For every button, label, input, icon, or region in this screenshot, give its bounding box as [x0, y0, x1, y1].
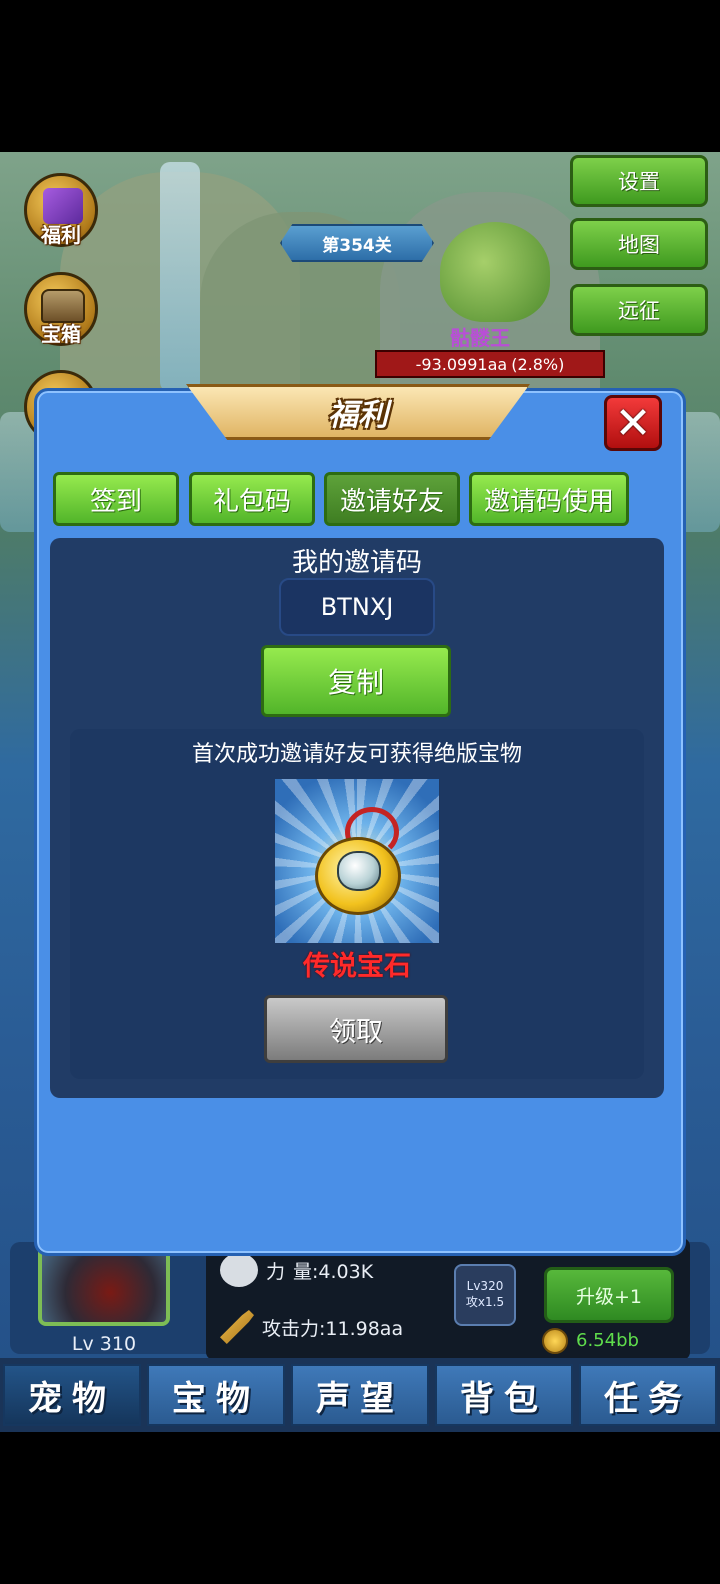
power-stat: 力 量:4.03K — [220, 1253, 373, 1287]
expedition-button[interactable]: 远征 — [570, 284, 708, 336]
tab-backpack[interactable]: 背包 — [435, 1364, 573, 1426]
tab-use-invite-code[interactable]: 邀请码使用 — [469, 472, 629, 526]
claim-button[interactable]: 领取 — [264, 995, 448, 1063]
welfare-label: 福利 — [41, 223, 81, 247]
boss-hp-value: -93.0991aa — [415, 354, 508, 374]
paw-icon — [220, 1253, 258, 1287]
invite-code-title: 我的邀请码 — [291, 548, 422, 578]
badge-level: Lv320 — [466, 1279, 504, 1294]
stage-banner: 第354关 — [280, 224, 434, 262]
pet-level: Lv 310 — [71, 1333, 137, 1355]
pet-portrait[interactable] — [38, 1244, 170, 1326]
attack-value: 攻击力:11.98aa — [262, 1317, 404, 1340]
tab-tasks[interactable]: 任务 — [579, 1364, 717, 1426]
treasure-box-label: 宝箱 — [41, 322, 81, 346]
copy-button[interactable]: 复制 — [261, 645, 451, 717]
legendary-gem-pendant-icon — [275, 779, 439, 943]
close-button[interactable]: ✕ — [604, 395, 662, 451]
treasure-box-button[interactable]: 宝箱 — [24, 272, 98, 346]
tab-gift-code[interactable]: 礼包码 — [189, 472, 315, 526]
modal-title: 福利 — [186, 384, 530, 440]
next-level-badge: Lv320 攻x1.5 — [454, 1264, 516, 1326]
boss-hp-percent: (2.8%) — [511, 354, 565, 374]
settings-button[interactable]: 设置 — [570, 155, 708, 207]
bottom-tab-bar: 宠物 宝物 声望 背包 任务 — [0, 1358, 720, 1432]
upgrade-button[interactable]: 升级+1 — [544, 1267, 674, 1323]
badge-bonus: 攻x1.5 — [465, 1295, 505, 1309]
boss-hp-bar: -93.0991aa (2.8%) — [375, 350, 605, 378]
tab-sign-in[interactable]: 签到 — [53, 472, 179, 526]
gem-stone — [337, 851, 381, 891]
status-bar — [0, 0, 720, 152]
welfare-button[interactable]: 福利 — [24, 173, 98, 247]
boss-name: 骷髅王 — [450, 326, 510, 350]
sword-icon — [220, 1310, 254, 1344]
upgrade-cost: 6.54bb — [576, 1330, 639, 1351]
close-x-icon: ✕ — [614, 397, 652, 449]
fish-decoration — [440, 222, 550, 322]
reward-description: 首次成功邀请好友可获得绝版宝物 — [191, 742, 522, 767]
attack-stat: 攻击力:11.98aa — [220, 1310, 403, 1344]
tab-invite-friends[interactable]: 邀请好友 — [324, 472, 460, 526]
tab-treasures[interactable]: 宝物 — [147, 1364, 285, 1426]
invite-code-value: BTNXJ — [279, 578, 435, 636]
waterfall-bg — [160, 162, 200, 392]
coin-icon — [542, 1328, 568, 1354]
tab-pets[interactable]: 宠物 — [3, 1364, 141, 1426]
power-label: 力 — [266, 1260, 286, 1283]
tab-reputation[interactable]: 声望 — [291, 1364, 429, 1426]
power-value: 量:4.03K — [293, 1260, 374, 1283]
map-button[interactable]: 地图 — [570, 218, 708, 270]
reward-item-name: 传说宝石 — [303, 951, 411, 982]
